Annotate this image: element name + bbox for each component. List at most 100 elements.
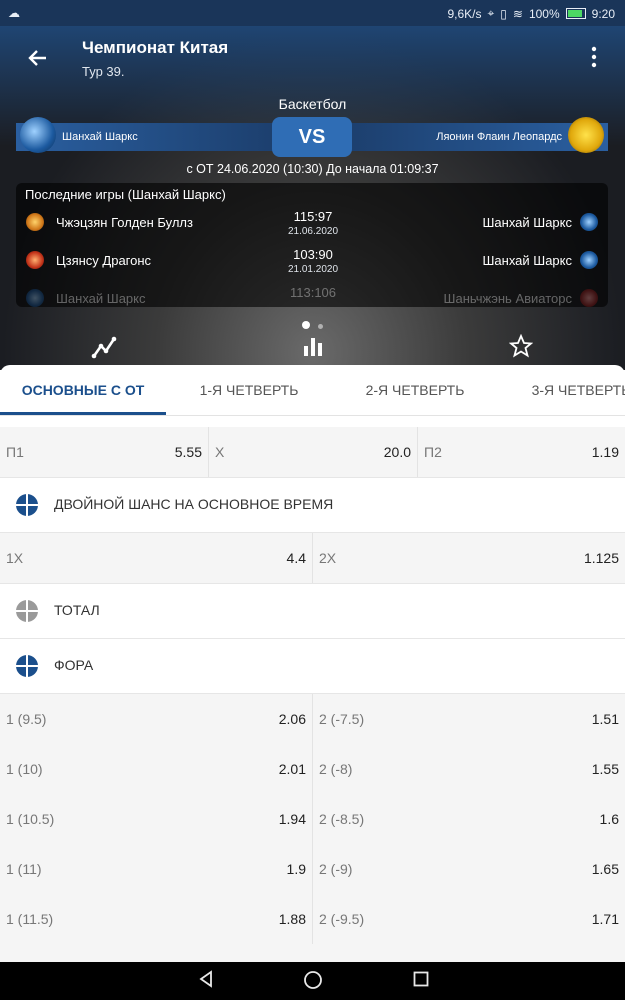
market-header-total[interactable]: ТОТАЛ xyxy=(0,584,625,639)
outcome-name: 2 (-8.5) xyxy=(319,811,365,827)
odds-cell-x[interactable]: X 20.0 xyxy=(209,427,417,477)
recents-square-icon[interactable] xyxy=(410,970,432,992)
outcome-odd: 1.71 xyxy=(591,911,619,927)
odds-cell[interactable]: 2 (-8.5) 1.6 xyxy=(313,794,625,844)
outcome-odd: 1.94 xyxy=(278,811,306,827)
outcome-odd: 1.65 xyxy=(591,861,619,877)
outcome-odd: 5.55 xyxy=(174,444,202,460)
match-header: Чемпионат Китая Тур 39. Баскетбол Шанхай… xyxy=(0,26,625,370)
market-header-double-chance[interactable]: ДВОЙНОЙ ШАНС НА ОСНОВНОЕ ВРЕМЯ xyxy=(0,478,625,533)
handicap-row: 1 (10.5) 1.94 2 (-8.5) 1.6 xyxy=(0,794,625,845)
back-triangle-icon[interactable] xyxy=(195,970,217,992)
away-team-name: Ляонин Флаин Леопардс xyxy=(436,131,562,143)
market-title: ДВОЙНОЙ ШАНС НА ОСНОВНОЕ ВРЕМЯ xyxy=(54,496,334,512)
outcome-name: 1 (11) xyxy=(6,861,42,877)
odds-cell[interactable]: 1 (11.5) 1.88 xyxy=(0,894,312,944)
game-score: 115:97 xyxy=(293,209,333,224)
game-home-team: Шанхай Шаркс xyxy=(56,291,146,306)
toolbar: Чемпионат Китая Тур 39. xyxy=(0,26,625,94)
game-date: 21.01.2020 xyxy=(287,264,339,275)
outcome-name: 2 (-7.5) xyxy=(319,711,365,727)
outcome-odd: 1.51 xyxy=(591,711,619,727)
game-home-team: Цзянсу Драгонс xyxy=(56,253,152,268)
page-title: Чемпионат Китая xyxy=(82,38,229,57)
vs-badge: VS xyxy=(272,117,352,157)
match-actions xyxy=(0,330,625,364)
carousel-dot[interactable] xyxy=(318,324,323,329)
outcome-name: 1 (9.5) xyxy=(6,711,47,727)
bar-stats-icon[interactable] xyxy=(299,334,327,362)
arrow-left-icon[interactable] xyxy=(24,44,52,72)
odds-cell[interactable]: 2 (-8) 1.55 xyxy=(313,744,625,794)
recent-games-header: Последние игры (Шанхай Шаркс) xyxy=(25,187,226,202)
recent-game-row[interactable]: Цзянсу Драгонс 103:90 21.01.2020 Шанхай … xyxy=(16,243,608,279)
wifi-icon: ≋ xyxy=(512,6,523,21)
game-away-team: Шанхай Шаркс xyxy=(482,215,573,230)
odds-cell-2x[interactable]: 2X 1.125 xyxy=(313,533,625,583)
period-tabs: ОСНОВНЫЕ С ОТ 1-Я ЧЕТВЕРТЬ 2-Я ЧЕТВЕРТЬ … xyxy=(0,365,625,416)
tab-2nd-quarter[interactable]: 2-Я ЧЕТВЕРТЬ xyxy=(332,365,498,415)
handicap-row: 1 (11.5) 1.88 2 (-9.5) 1.71 xyxy=(0,894,625,945)
home-team-name: Шанхай Шаркс xyxy=(62,131,138,143)
clock: 9:20 xyxy=(591,6,615,21)
game-score: 103:90 xyxy=(293,247,333,262)
tab-main-ot[interactable]: ОСНОВНЫЕ С ОТ xyxy=(0,365,166,415)
trend-chart-icon[interactable] xyxy=(90,334,118,362)
basketball-icon xyxy=(16,600,38,622)
recent-games-card[interactable]: Последние игры (Шанхай Шаркс) Чжэцзян Го… xyxy=(16,183,608,307)
system-nav-bar xyxy=(0,962,625,1000)
home-team[interactable]: Шанхай Шаркс xyxy=(16,123,286,151)
home-circle-icon[interactable] xyxy=(302,970,324,992)
game-home-team: Чжэцзян Голден Буллз xyxy=(56,215,193,230)
odds-cell[interactable]: 2 (-7.5) 1.51 xyxy=(313,694,625,744)
outcome-odd: 1.88 xyxy=(278,911,306,927)
odds-cell-p2[interactable]: П2 1.19 xyxy=(418,427,625,477)
outcome-name: 1 (10.5) xyxy=(6,811,55,827)
outcome-name: 2 (-9.5) xyxy=(319,911,365,927)
page-subtitle: Тур 39. xyxy=(82,64,125,79)
more-vertical-icon[interactable] xyxy=(591,46,597,68)
battery-percent: 100% xyxy=(528,6,560,21)
handicap-row: 1 (11) 1.9 2 (-9) 1.65 xyxy=(0,844,625,895)
game-away-team: Шаньчжэнь Авиаторс xyxy=(443,291,572,306)
team-logo-icon xyxy=(26,289,44,307)
outcome-name: 2 (-9) xyxy=(319,861,353,877)
odds-cell-p1[interactable]: П1 5.55 xyxy=(0,427,208,477)
recent-game-row[interactable]: Чжэцзян Голден Буллз 115:97 21.06.2020 Ш… xyxy=(16,205,608,241)
carousel-dot-active[interactable] xyxy=(302,321,310,329)
match-datetime: с ОТ 24.06.2020 (10:30) До начала 01:09:… xyxy=(186,162,439,176)
recent-game-row[interactable]: Шанхай Шаркс 113:106 Шаньчжэнь Авиаторс xyxy=(16,281,608,307)
star-icon[interactable] xyxy=(507,333,535,362)
market-header-handicap[interactable]: ФОРА xyxy=(0,639,625,694)
handicap-row-partial xyxy=(0,944,625,962)
betting-panel: ОСНОВНЫЕ С ОТ 1-Я ЧЕТВЕРТЬ 2-Я ЧЕТВЕРТЬ … xyxy=(0,365,625,962)
odds-cell[interactable]: 2 (-9) 1.65 xyxy=(313,844,625,894)
tab-3rd-quarter[interactable]: 3-Я ЧЕТВЕРТЬ xyxy=(498,365,625,415)
teams-bar: Шанхай Шаркс Ляонин Флаин Леопардс VS xyxy=(16,117,608,157)
outcome-name: 1 (11.5) xyxy=(6,911,54,927)
odds-cell[interactable]: 1 (10) 2.01 xyxy=(0,744,312,794)
odds-cell[interactable]: 1 (9.5) 2.06 xyxy=(0,694,312,744)
away-team-logo-icon xyxy=(568,117,604,153)
outcome-odd: 2.06 xyxy=(278,711,306,727)
team-logo-icon xyxy=(580,289,598,307)
network-speed: 9,6K/s xyxy=(447,6,482,21)
home-team-logo-icon xyxy=(20,117,56,153)
game-away-team: Шанхай Шаркс xyxy=(482,253,573,268)
outcome-name: 2X xyxy=(319,550,337,566)
main-odds-row: П1 5.55 X 20.0 П2 1.19 xyxy=(0,427,625,478)
outcome-name: 1 (10) xyxy=(6,761,43,777)
outcome-odd: 1.9 xyxy=(286,861,306,877)
odds-cell-1x[interactable]: 1X 4.4 xyxy=(0,533,312,583)
odds-cell[interactable]: 1 (11) 1.9 xyxy=(0,844,312,894)
outcome-name: П1 xyxy=(6,444,24,460)
vibrate-icon: ▯ xyxy=(500,6,507,21)
team-logo-icon xyxy=(26,213,44,231)
market-title: ТОТАЛ xyxy=(54,602,100,618)
outcome-odd: 1.125 xyxy=(583,550,619,566)
odds-cell[interactable]: 2 (-9.5) 1.71 xyxy=(313,894,625,944)
battery-icon xyxy=(565,8,586,19)
odds-cell[interactable]: 1 (10.5) 1.94 xyxy=(0,794,312,844)
tab-1st-quarter[interactable]: 1-Я ЧЕТВЕРТЬ xyxy=(166,365,332,415)
basketball-icon xyxy=(16,655,38,677)
